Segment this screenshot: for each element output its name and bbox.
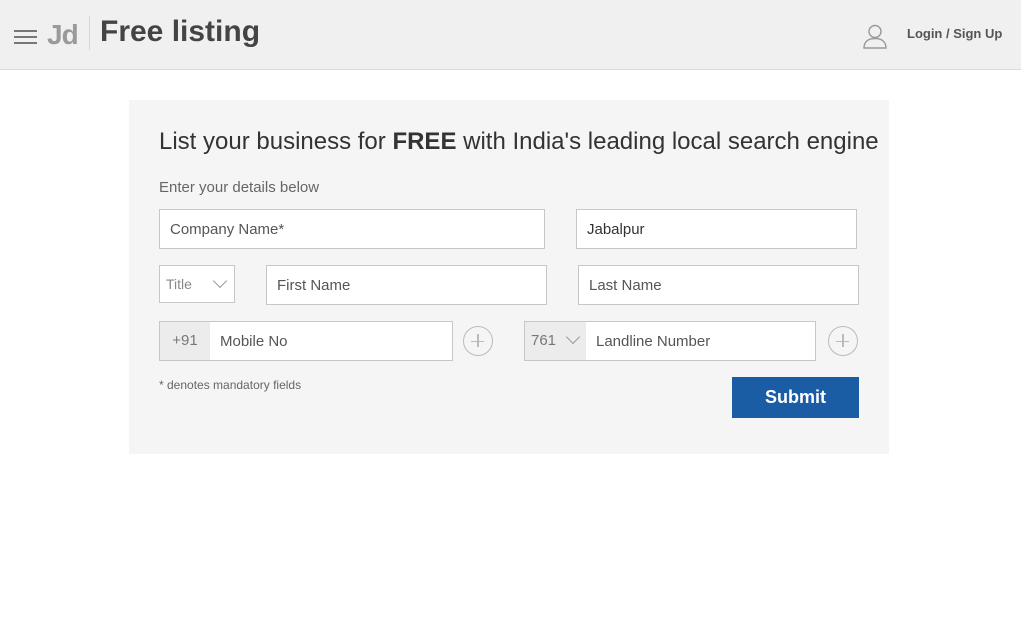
form-subheading: Enter your details below	[159, 179, 320, 196]
submit-button[interactable]: Submit	[732, 377, 859, 418]
add-mobile-plus-icon[interactable]	[463, 326, 493, 356]
country-code-prefix: +91	[160, 322, 210, 360]
mandatory-fields-note: * denotes mandatory fields	[159, 378, 302, 392]
top-header: Jd Free listing Login / Sign Up	[0, 0, 1021, 70]
title-select-label: Title	[166, 276, 192, 292]
company-name-input[interactable]	[159, 209, 545, 249]
headline-text-pre: List your business for	[159, 128, 393, 155]
city-input[interactable]	[576, 209, 857, 249]
landline-field-group: 761	[524, 321, 816, 361]
landline-number-input[interactable]	[586, 322, 815, 360]
hamburger-menu-icon[interactable]	[14, 30, 37, 44]
std-code-value: 761	[531, 332, 557, 349]
form-headline: List your business for FREE with India's…	[159, 128, 879, 156]
headline-text-free: FREE	[392, 128, 457, 155]
headline-text-post: with India's leading local search engine	[456, 128, 879, 155]
mobile-field-group: +91	[159, 321, 453, 361]
login-signup-link[interactable]: Login / Sign Up	[907, 26, 1002, 41]
last-name-input[interactable]	[578, 265, 859, 305]
free-listing-form: List your business for FREE with India's…	[129, 100, 889, 454]
add-landline-plus-icon[interactable]	[828, 326, 858, 356]
page-title: Free listing	[100, 15, 261, 48]
first-name-input[interactable]	[266, 265, 547, 305]
user-icon[interactable]	[862, 23, 888, 49]
title-select[interactable]: Title	[159, 265, 235, 303]
logo-divider	[89, 16, 90, 50]
chevron-down-icon	[212, 273, 228, 289]
std-code-select[interactable]: 761	[525, 322, 586, 360]
mobile-number-input[interactable]	[210, 322, 452, 360]
jd-logo[interactable]: Jd	[47, 19, 79, 51]
chevron-down-icon	[565, 329, 581, 345]
